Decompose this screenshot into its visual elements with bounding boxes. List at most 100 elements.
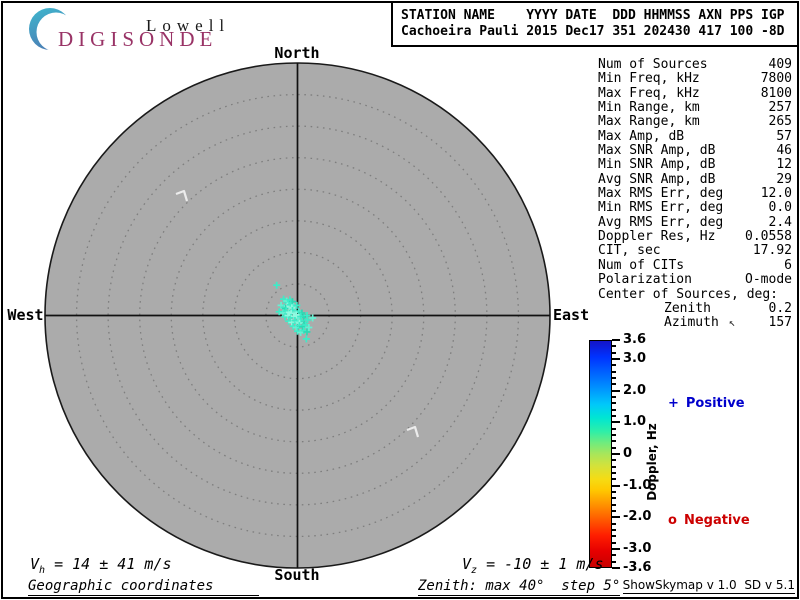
stat-value: 0.0 bbox=[768, 200, 792, 216]
legend-negative-label: Negative bbox=[683, 513, 750, 528]
colorbar-minor-tick bbox=[612, 415, 616, 417]
horizontal-velocity-readout: Vh = 14 ± 41 m/s bbox=[30, 555, 172, 576]
legend-positive-label: Positive bbox=[685, 396, 745, 411]
stat-row: Max RMS Err, deg 12.0 bbox=[598, 186, 792, 202]
colorbar-minor-tick bbox=[612, 377, 616, 379]
stat-value: 17.92 bbox=[752, 243, 792, 259]
stat-row: Max SNR Amp, dB 46 bbox=[598, 143, 792, 159]
stat-value: 8100 bbox=[760, 85, 792, 101]
colorbar-minor-tick bbox=[612, 396, 616, 398]
stat-row: Num of CITs 6 bbox=[598, 257, 792, 273]
circle-marker-icon: o bbox=[668, 513, 677, 528]
stat-row: Max Range, km 265 bbox=[598, 114, 792, 130]
stat-value: 157 bbox=[768, 315, 792, 331]
stat-label: Max Range, km bbox=[598, 114, 700, 130]
stat-value: 0.2 bbox=[768, 300, 792, 316]
colorbar-major-tick bbox=[612, 453, 620, 455]
stat-label: Max SNR Amp, dB bbox=[598, 143, 716, 159]
stat-row: Max Amp, dB 57 bbox=[598, 128, 792, 144]
stat-row: Polarization O-mode bbox=[598, 272, 792, 288]
stat-label: Min Freq, kHz bbox=[598, 71, 700, 87]
stat-value: O-mode bbox=[745, 272, 792, 288]
colorbar-major-tick bbox=[612, 421, 620, 424]
doppler-colorbar-gradient bbox=[589, 340, 612, 568]
stat-row: CIT, sec 17.92 bbox=[598, 243, 792, 259]
legend-positive: + Positive bbox=[668, 396, 745, 411]
stat-label: CIT, sec bbox=[598, 243, 661, 259]
colorbar-minor-tick bbox=[612, 541, 616, 544]
colorbar-minor-tick bbox=[612, 478, 616, 481]
colorbar-minor-tick bbox=[612, 402, 616, 405]
colorbar-minor-tick bbox=[612, 345, 616, 348]
stat-label: Max Amp, dB bbox=[598, 128, 685, 144]
stat-label: Min RMS Err, deg bbox=[598, 200, 724, 216]
vertical-velocity-readout: Vz = -10 ± 1 m/s bbox=[462, 555, 604, 576]
colorbar-tick-label: 2.0 bbox=[623, 382, 647, 398]
stat-value: 0.0558 bbox=[745, 229, 792, 245]
colorbar-major-tick bbox=[612, 339, 620, 341]
colorbar-minor-tick bbox=[612, 491, 616, 493]
stat-value: 12 bbox=[776, 157, 792, 173]
colorbar-major-tick bbox=[612, 484, 620, 487]
plus-marker-icon: + bbox=[668, 396, 679, 411]
colorbar-minor-tick bbox=[612, 427, 616, 430]
stat-label: Num of Sources bbox=[598, 57, 708, 72]
colorbar-major-tick bbox=[612, 516, 620, 519]
colorbar-tick-label: 3.0 bbox=[623, 350, 647, 366]
colorbar-tick-label: -2.0 bbox=[623, 509, 652, 525]
colorbar-minor-tick bbox=[612, 535, 616, 538]
colorbar-minor-tick bbox=[612, 351, 616, 354]
vh-symbol: V bbox=[30, 555, 40, 573]
stat-value: 257 bbox=[768, 100, 792, 116]
stat-label: Avg RMS Err, deg bbox=[598, 214, 724, 230]
stat-row: Min Range, km 257 bbox=[598, 100, 792, 116]
colorbar-minor-tick bbox=[612, 440, 616, 443]
stat-value: 57 bbox=[776, 128, 792, 144]
stat-value: 46 bbox=[776, 143, 792, 159]
colorbar-minor-tick bbox=[612, 510, 616, 512]
colorbar-axis-label: Doppler, Hz bbox=[645, 423, 659, 501]
stat-label: Center of Sources, deg: bbox=[598, 286, 779, 302]
stat-label: Doppler Res, Hz bbox=[598, 229, 716, 245]
compass-east-label: East bbox=[553, 306, 590, 324]
stat-value: 2.4 bbox=[768, 214, 792, 230]
stat-label: Min SNR Amp, dB bbox=[598, 157, 716, 173]
source-stats-list: Num of Sources 409 Min Freq, kHz 7800 Max Fr… bbox=[598, 57, 792, 331]
vz-value: = -10 ± 1 m/s bbox=[477, 555, 604, 573]
colorbar-minor-tick bbox=[612, 554, 616, 557]
stat-row: Avg SNR Amp, dB 29 bbox=[598, 171, 792, 187]
stat-row: Min RMS Err, deg 0.0 bbox=[598, 200, 792, 216]
stat-label: Min Range, km bbox=[598, 100, 700, 116]
compass-west-label: West bbox=[7, 306, 44, 324]
stat-row: Doppler Res, Hz 0.0558 bbox=[598, 229, 792, 245]
zenith-range-note: Zenith: max 40° step 5° bbox=[418, 578, 621, 596]
stat-label: Max Freq, kHz bbox=[598, 85, 700, 101]
stat-row: Avg RMS Err, deg 2.4 bbox=[598, 214, 792, 230]
stat-value: 265 bbox=[768, 114, 792, 130]
vz-symbol: V bbox=[462, 555, 472, 573]
colorbar-minor-tick bbox=[612, 446, 616, 449]
version-text: ShowSkymap v 1.0 SD v 5.1 bbox=[622, 578, 795, 594]
stat-value: 7800 bbox=[760, 71, 792, 87]
coordinates-note: Geographic coordinates bbox=[28, 578, 260, 596]
mouse-cursor-icon: ↖ bbox=[728, 316, 736, 330]
colorbar-minor-tick bbox=[612, 408, 616, 411]
colorbar-minor-tick bbox=[612, 497, 616, 500]
stat-value: 409 bbox=[768, 57, 792, 72]
stat-row: Num of Sources 409 bbox=[598, 57, 792, 72]
stat-value: 29 bbox=[776, 171, 792, 187]
colorbar-major-tick bbox=[612, 389, 620, 392]
colorbar-tick-label: 3.6 bbox=[623, 331, 647, 347]
stat-value: 12.0 bbox=[760, 186, 792, 202]
vh-value: = 14 ± 41 m/s bbox=[45, 555, 172, 573]
colorbar-minor-tick bbox=[612, 364, 616, 367]
colorbar-minor-tick bbox=[612, 472, 616, 474]
stat-row: Min SNR Amp, dB 12 bbox=[598, 157, 792, 173]
colorbar-minor-tick bbox=[612, 465, 616, 468]
stat-label: Num of CITs bbox=[598, 257, 685, 273]
stat-label: Zenith bbox=[664, 300, 711, 316]
stat-value: 6 bbox=[784, 257, 792, 273]
stat-row: Center of Sources, deg: bbox=[598, 286, 792, 302]
colorbar-tick-label: 1.0 bbox=[623, 414, 647, 430]
stat-label: Max RMS Err, deg bbox=[598, 186, 724, 202]
